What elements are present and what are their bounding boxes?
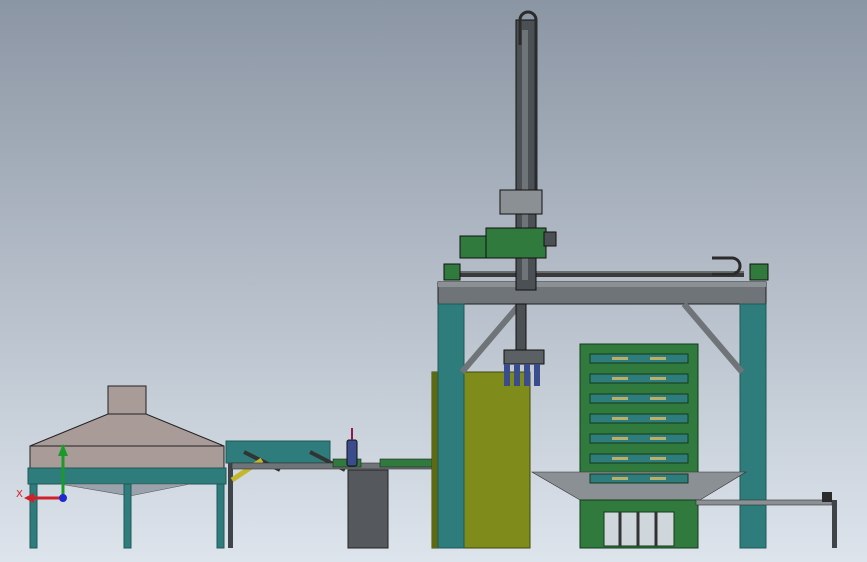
gripper-finger <box>504 364 510 386</box>
hood-chimney <box>107 385 147 415</box>
green-rail-2 <box>379 458 433 468</box>
conveyor-housing <box>225 440 331 464</box>
pallet-slat <box>589 393 689 404</box>
pallet-board <box>650 357 666 360</box>
pallet-board <box>612 397 628 400</box>
pallet-board <box>612 377 628 380</box>
hood-leg-2 <box>123 483 132 549</box>
gantry-beam-top <box>438 282 766 287</box>
column-right <box>739 303 767 549</box>
outfeed-rail <box>695 499 833 506</box>
pallet-board <box>650 457 666 460</box>
y-axis-label: Y <box>59 444 67 455</box>
gripper-finger <box>524 364 530 386</box>
pallet-slat <box>589 413 689 424</box>
column-left <box>437 303 465 549</box>
pallet-board <box>612 417 628 420</box>
pallet-slat <box>589 473 689 484</box>
pallet-board <box>650 417 666 420</box>
arm-drop-rod <box>515 303 527 351</box>
drive-motor-left <box>443 263 461 281</box>
arm-gearbox <box>485 227 547 259</box>
outfeed-leg <box>832 500 837 548</box>
pallet-board <box>650 477 666 480</box>
pallet-board <box>612 357 628 360</box>
conveyor-leg <box>228 463 233 548</box>
pallet-slat <box>589 373 689 384</box>
cad-viewport[interactable]: Y X <box>0 0 867 562</box>
z-axis-dot <box>59 494 67 502</box>
pallet-board <box>612 437 628 440</box>
drive-motor-right <box>749 263 769 281</box>
arm-motor <box>459 235 489 259</box>
outfeed-stopper <box>822 492 832 502</box>
pallet-board <box>612 457 628 460</box>
pallet-board <box>650 377 666 380</box>
pallet-slat <box>589 353 689 364</box>
arm-carriage <box>499 189 543 215</box>
pallet-board <box>650 397 666 400</box>
cabinet <box>347 469 389 549</box>
gripper-finger <box>514 364 520 386</box>
hood-leg-3 <box>216 483 225 549</box>
gripper-finger <box>534 364 540 386</box>
pallet-board <box>612 477 628 480</box>
pallet-slat <box>589 453 689 464</box>
pallet-board <box>650 437 666 440</box>
x-axis-label: X <box>16 489 23 500</box>
pallet-slat <box>589 433 689 444</box>
sensor-bottle <box>346 439 358 467</box>
gripper-head <box>503 349 545 365</box>
hood-frame-top <box>27 467 227 485</box>
arm-mount <box>543 231 557 247</box>
